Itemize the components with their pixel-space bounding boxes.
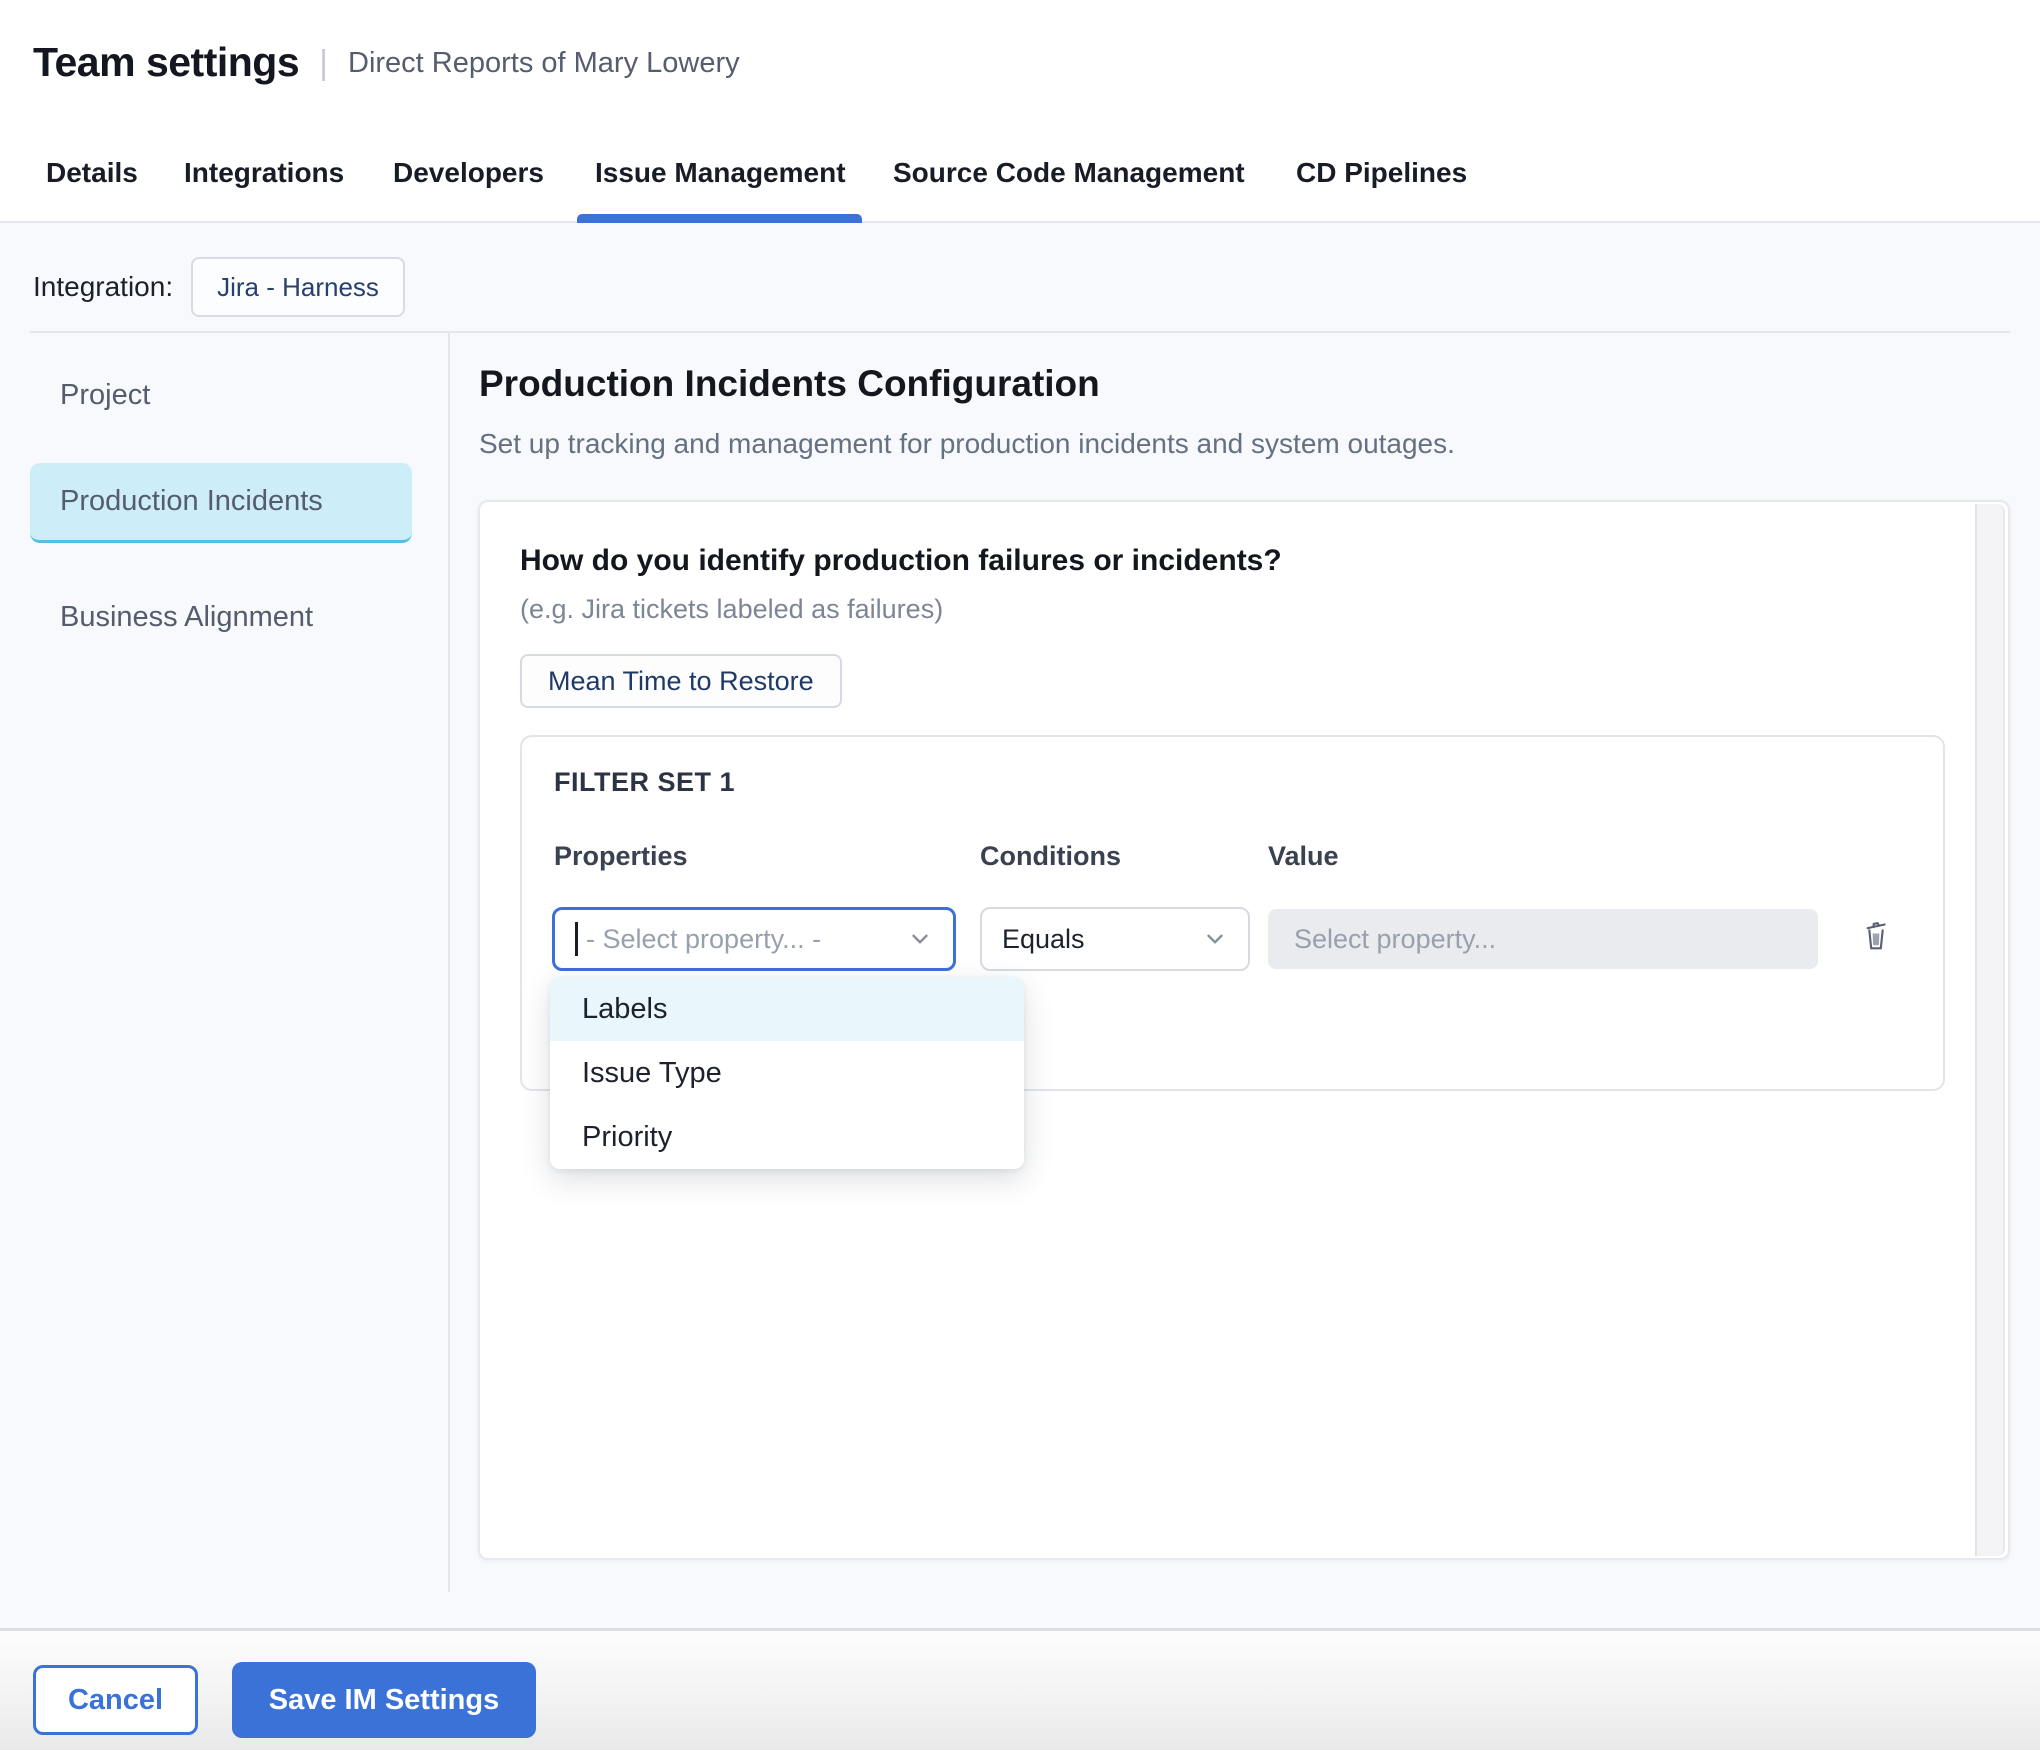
integration-badge[interactable]: Jira - Harness xyxy=(191,257,405,317)
chevron-down-icon xyxy=(1202,926,1228,952)
app-header: Team settings | Direct Reports of Mary L… xyxy=(0,0,2040,125)
question-hint: (e.g. Jira tickets labeled as failures) xyxy=(520,594,943,625)
tab-issue-management[interactable]: Issue Management xyxy=(595,157,846,189)
conditions-value: Equals xyxy=(1002,924,1085,955)
team-name-subtitle: Direct Reports of Mary Lowery xyxy=(348,47,740,80)
conditions-select[interactable]: Equals xyxy=(980,907,1250,971)
dropdown-option-labels[interactable]: Labels xyxy=(550,977,1024,1041)
integration-label: Integration: xyxy=(33,271,173,303)
delete-filter-button[interactable] xyxy=(1854,911,1898,959)
tab-integrations[interactable]: Integrations xyxy=(184,157,344,189)
tab-source-code-management[interactable]: Source Code Management xyxy=(893,157,1245,189)
column-header-conditions: Conditions xyxy=(980,841,1121,872)
sidebar-item-business-alignment[interactable]: Business Alignment xyxy=(30,579,412,655)
scrollbar-track[interactable] xyxy=(1975,504,2005,1556)
page-title: Team settings xyxy=(33,39,299,86)
settings-tab-bar: Details Integrations Developers Issue Ma… xyxy=(0,125,2040,223)
tab-cd-pipelines[interactable]: CD Pipelines xyxy=(1296,157,1467,189)
filter-set-title: FILTER SET 1 xyxy=(554,767,735,798)
footer-action-bar: Cancel Save IM Settings xyxy=(0,1631,2040,1750)
section-title: Production Incidents Configuration xyxy=(479,363,1100,405)
dropdown-option-issue-type[interactable]: Issue Type xyxy=(550,1041,1024,1105)
active-tab-indicator xyxy=(577,214,862,223)
save-im-settings-button[interactable]: Save IM Settings xyxy=(232,1662,536,1738)
sidebar-item-project[interactable]: Project xyxy=(30,357,412,433)
integration-row: Integration: Jira - Harness xyxy=(33,255,405,319)
property-dropdown-menu: Labels Issue Type Priority xyxy=(550,977,1024,1169)
column-header-value: Value xyxy=(1268,841,1339,872)
question-title: How do you identify production failures … xyxy=(520,544,1282,578)
sidebar-item-production-incidents[interactable]: Production Incidents xyxy=(30,463,412,543)
column-header-properties: Properties xyxy=(554,841,688,872)
cancel-button[interactable]: Cancel xyxy=(33,1665,198,1735)
tab-developers[interactable]: Developers xyxy=(393,157,544,189)
text-cursor xyxy=(575,922,578,956)
section-subtitle: Set up tracking and management for produ… xyxy=(479,428,1455,460)
properties-placeholder: - Select property... - xyxy=(586,924,821,955)
sidebar-divider xyxy=(448,332,450,1592)
tab-details[interactable]: Details xyxy=(46,157,138,189)
trash-icon xyxy=(1860,916,1892,954)
horizontal-divider xyxy=(30,331,2010,333)
chevron-down-icon xyxy=(907,926,933,952)
metric-chip-mean-time-to-restore[interactable]: Mean Time to Restore xyxy=(520,654,842,708)
properties-select[interactable]: - Select property... - xyxy=(552,907,956,971)
dropdown-option-priority[interactable]: Priority xyxy=(550,1105,1024,1169)
title-separator: | xyxy=(319,44,328,83)
config-card: How do you identify production failures … xyxy=(478,500,2010,1560)
value-input[interactable] xyxy=(1268,909,1818,969)
